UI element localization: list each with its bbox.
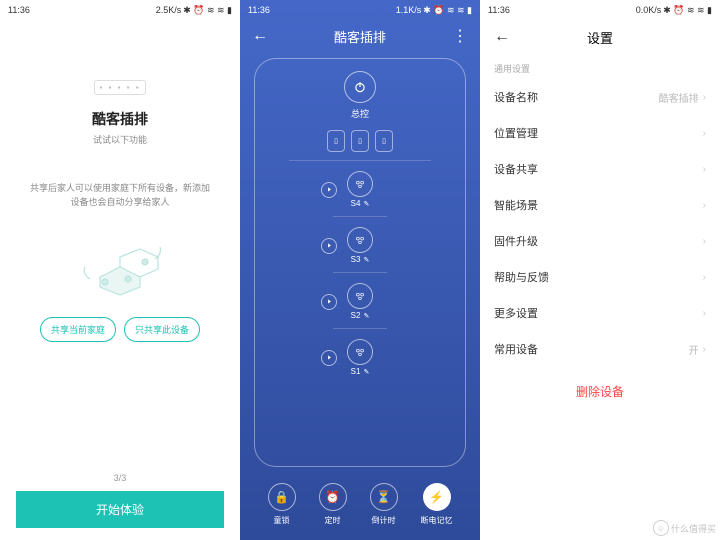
start-experience-button[interactable]: 开始体验 bbox=[16, 491, 224, 528]
socket-play-S3[interactable] bbox=[321, 238, 337, 254]
socket-S1[interactable] bbox=[347, 339, 373, 365]
socket-play-S1[interactable] bbox=[321, 350, 337, 366]
device-title: 酷客插排 bbox=[92, 109, 148, 129]
device-header-title: 酷客插排 bbox=[334, 27, 386, 46]
settings-title: 设置 bbox=[587, 28, 613, 47]
master-label: 总控 bbox=[351, 107, 369, 120]
socket-S2[interactable] bbox=[347, 283, 373, 309]
row-label: 设备名称 bbox=[494, 89, 538, 105]
status-icons: ✱ ⏰ ≋ ≋ ▮ bbox=[423, 5, 472, 16]
status-icons: ✱ ⏰ ≋ ≋ ▮ bbox=[183, 5, 232, 16]
socket-label-S4: S4 ✎ bbox=[351, 199, 370, 208]
action-label: 断电记忆 bbox=[421, 515, 453, 526]
usb-port-3[interactable]: ▯ bbox=[375, 130, 393, 152]
chevron-right-icon: › bbox=[703, 308, 706, 319]
row-label: 常用设备 bbox=[494, 341, 538, 357]
net-rate: 1.1K/s bbox=[396, 5, 422, 15]
share-home-button[interactable]: 共享当前家庭 bbox=[40, 317, 116, 342]
row-label: 固件升级 bbox=[494, 233, 538, 249]
net-rate: 2.5K/s bbox=[156, 5, 182, 15]
master-power-button[interactable] bbox=[344, 71, 376, 103]
bottom-actions: 🔒 童锁 ⏰ 定时 ⏳ 倒计时 ⚡ 断电记忆 bbox=[240, 473, 480, 540]
chevron-right-icon: › bbox=[703, 164, 706, 175]
status-time: 11:36 bbox=[488, 5, 510, 15]
watermark: ☺ 什么值得买 bbox=[653, 520, 716, 536]
settings-screen: 11:36 0.0K/s ✱ ⏰ ≋ ≋ ▮ ← 设置 通用设置 设备名称 酷客插… bbox=[480, 0, 720, 540]
edit-icon[interactable]: ✎ bbox=[363, 256, 369, 264]
usb-row: ▯ ▯ ▯ bbox=[327, 130, 393, 152]
action-童锁[interactable]: 🔒 bbox=[268, 483, 296, 511]
device-header: ← 酷客插排 ⋮ bbox=[240, 20, 480, 52]
usb-port-2[interactable]: ▯ bbox=[351, 130, 369, 152]
settings-header: ← 设置 bbox=[480, 20, 720, 54]
socket-play-S2[interactable] bbox=[321, 294, 337, 310]
divider bbox=[333, 216, 386, 217]
socket-play-S4[interactable] bbox=[321, 182, 337, 198]
onboarding-screen: 11:36 2.5K/s ✱ ⏰ ≋ ≋ ▮ ▪ ▪ ▪ ▪ ▪ 酷客插排 试试… bbox=[0, 0, 240, 540]
device-image-placeholder: ▪ ▪ ▪ ▪ ▪ bbox=[94, 80, 145, 95]
watermark-text: 什么值得买 bbox=[671, 522, 716, 535]
chevron-right-icon: › bbox=[703, 272, 706, 283]
more-menu-button[interactable]: ⋮ bbox=[452, 26, 468, 46]
status-bar: 11:36 2.5K/s ✱ ⏰ ≋ ≋ ▮ bbox=[0, 0, 240, 20]
chevron-right-icon: › bbox=[703, 128, 706, 139]
row-value: 酷客插排 bbox=[659, 90, 699, 105]
back-button[interactable]: ← bbox=[252, 27, 268, 45]
status-bar: 11:36 1.1K/s ✱ ⏰ ≋ ≋ ▮ bbox=[240, 0, 480, 20]
status-time: 11:36 bbox=[248, 5, 270, 15]
net-rate: 0.0K/s bbox=[636, 5, 662, 15]
settings-row-更多设置[interactable]: 更多设置 › bbox=[480, 295, 720, 331]
onboarding-content: ▪ ▪ ▪ ▪ ▪ 酷客插排 试试以下功能 共享后家人可以使用家庭下所有设备，新… bbox=[0, 20, 240, 483]
chevron-right-icon: › bbox=[703, 344, 706, 355]
socket-label-S1: S1 ✎ bbox=[351, 367, 370, 376]
socket-S4[interactable] bbox=[347, 171, 373, 197]
pager-indicator: 3/3 bbox=[114, 473, 127, 483]
edit-icon[interactable]: ✎ bbox=[363, 200, 369, 208]
status-icons: ✱ ⏰ ≋ ≋ ▮ bbox=[663, 5, 712, 16]
row-label: 智能场景 bbox=[494, 197, 538, 213]
settings-row-设备名称[interactable]: 设备名称 酷客插排 › bbox=[480, 79, 720, 115]
chevron-right-icon: › bbox=[703, 200, 706, 211]
row-label: 位置管理 bbox=[494, 125, 538, 141]
status-time: 11:36 bbox=[8, 5, 30, 15]
usb-port-1[interactable]: ▯ bbox=[327, 130, 345, 152]
settings-row-常用设备[interactable]: 常用设备 开 › bbox=[480, 331, 720, 367]
device-control-screen: 11:36 1.1K/s ✱ ⏰ ≋ ≋ ▮ ← 酷客插排 ⋮ 总控 ▯ ▯ ▯… bbox=[240, 0, 480, 540]
row-label: 设备共享 bbox=[494, 161, 538, 177]
watermark-icon: ☺ bbox=[653, 520, 669, 536]
action-label: 童锁 bbox=[274, 515, 290, 526]
row-value: 开 bbox=[689, 342, 699, 357]
settings-row-位置管理[interactable]: 位置管理 › bbox=[480, 115, 720, 151]
socket-label-S3: S3 ✎ bbox=[351, 255, 370, 264]
share-buttons: 共享当前家庭 只共享此设备 bbox=[40, 317, 200, 342]
device-subtitle: 试试以下功能 bbox=[93, 133, 147, 146]
settings-row-固件升级[interactable]: 固件升级 › bbox=[480, 223, 720, 259]
row-label: 帮助与反馈 bbox=[494, 269, 549, 285]
settings-row-设备共享[interactable]: 设备共享 › bbox=[480, 151, 720, 187]
divider bbox=[333, 328, 386, 329]
back-button[interactable]: ← bbox=[494, 28, 510, 46]
action-label: 定时 bbox=[325, 515, 341, 526]
share-illustration bbox=[70, 229, 170, 299]
divider bbox=[333, 272, 386, 273]
delete-device-button[interactable]: 删除设备 bbox=[480, 367, 720, 416]
socket-label-S2: S2 ✎ bbox=[351, 311, 370, 320]
edit-icon[interactable]: ✎ bbox=[363, 312, 369, 320]
chevron-right-icon: › bbox=[703, 92, 706, 103]
socket-S3[interactable] bbox=[347, 227, 373, 253]
chevron-right-icon: › bbox=[703, 236, 706, 247]
power-strip-panel: 总控 ▯ ▯ ▯ S4 ✎ S3 ✎ bbox=[254, 58, 466, 467]
settings-row-智能场景[interactable]: 智能场景 › bbox=[480, 187, 720, 223]
status-bar: 11:36 0.0K/s ✱ ⏰ ≋ ≋ ▮ bbox=[480, 0, 720, 20]
share-device-button[interactable]: 只共享此设备 bbox=[124, 317, 200, 342]
action-定时[interactable]: ⏰ bbox=[319, 483, 347, 511]
settings-section-label: 通用设置 bbox=[480, 54, 720, 79]
action-断电记忆[interactable]: ⚡ bbox=[423, 483, 451, 511]
settings-row-帮助与反馈[interactable]: 帮助与反馈 › bbox=[480, 259, 720, 295]
share-description: 共享后家人可以使用家庭下所有设备，新添加设备也会自动分享给家人 bbox=[16, 182, 224, 209]
action-label: 倒计时 bbox=[372, 515, 396, 526]
row-label: 更多设置 bbox=[494, 305, 538, 321]
action-倒计时[interactable]: ⏳ bbox=[370, 483, 398, 511]
edit-icon[interactable]: ✎ bbox=[363, 368, 369, 376]
